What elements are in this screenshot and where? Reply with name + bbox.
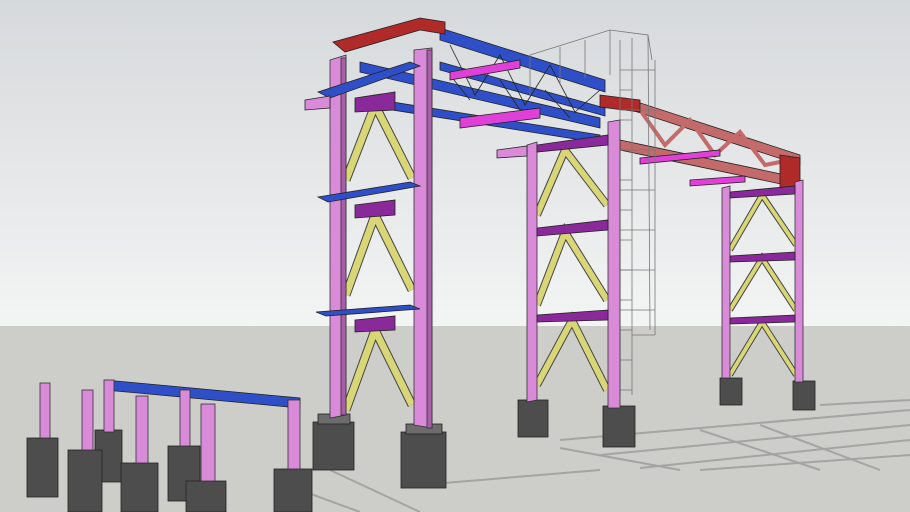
footing bbox=[719, 377, 743, 406]
steel-structure-3d-scene bbox=[0, 0, 910, 512]
footing bbox=[400, 431, 447, 489]
footing bbox=[792, 380, 816, 411]
footing bbox=[602, 405, 636, 448]
footing bbox=[312, 421, 355, 471]
footing bbox=[517, 399, 549, 438]
